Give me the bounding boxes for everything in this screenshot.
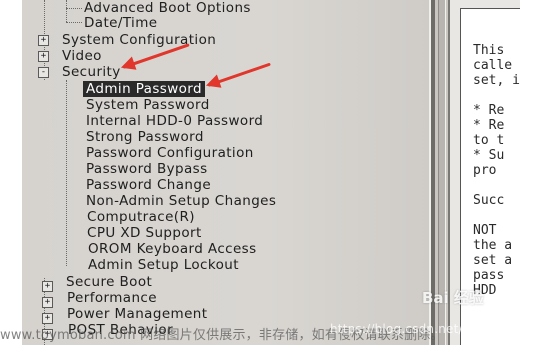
collapse-minus-icon[interactable]: - [38,67,49,78]
tree-item-advanced-boot-options[interactable]: Advanced Boot Options [84,0,251,16]
help-line: This [473,43,505,58]
help-line: pass [473,268,505,283]
help-line: to t [473,133,505,148]
tree-item-video[interactable]: Video [62,48,102,64]
tree-item-date-time[interactable]: Date/Time [84,15,157,31]
help-line: * Su [473,148,505,163]
help-line: NOT [473,223,497,238]
help-line: the a [473,238,513,253]
tree-item-system-configuration[interactable]: System Configuration [62,32,216,48]
help-line: set a [473,253,513,268]
help-line: calle [473,58,513,73]
help-line: pro [473,163,497,178]
tree-item-password-bypass[interactable]: Password Bypass [86,161,208,177]
tree-item-admin-setup-lockout[interactable]: Admin Setup Lockout [88,257,239,273]
tree-item-admin-password[interactable]: Admin Password [83,81,205,97]
selected-item-label: Admin Password [83,81,205,97]
tree-guide-line [66,8,82,9]
watermark-url: https://blog.csdn.net/qq_40807977 [330,322,537,336]
expand-plus-icon[interactable]: + [38,51,49,62]
tree-guide-line [66,22,82,23]
tree-guide-line [66,80,67,266]
source-watermark: www.toymoban.com 网络图片仅供展示，非存储，如有侵权请联系删除。… [0,322,537,343]
expand-plus-icon[interactable]: + [42,281,53,292]
tree-item-system-password[interactable]: System Password [86,97,210,113]
tree-item-password-change[interactable]: Password Change [86,177,211,193]
tree-guide-line [66,0,67,22]
red-arrow-icon [207,62,271,87]
tree-item-password-configuration[interactable]: Password Configuration [86,145,254,161]
tree-item-computrace[interactable]: Computrace(R) [87,209,195,225]
tree-item-orom-keyboard-access[interactable]: OROM Keyboard Access [88,241,257,257]
bios-screen-photo: Advanced Boot Options Date/Time + System… [22,0,520,345]
expand-plus-icon[interactable]: + [42,313,53,324]
tree-item-internal-hdd-password[interactable]: Internal HDD-0 Password [86,113,263,129]
tree-item-security[interactable]: Security [62,64,121,80]
help-line: * Re [473,103,505,118]
tree-item-cpu-xd-support[interactable]: CPU XD Support [87,225,202,241]
settings-tree-panel: Advanced Boot Options Date/Time + System… [22,0,429,345]
help-line: set, i [473,73,520,88]
tree-item-performance[interactable]: Performance [67,290,157,306]
tree-item-power-management[interactable]: Power Management [67,306,207,322]
tree-item-non-admin-setup-changes[interactable]: Non-Admin Setup Changes [86,193,276,209]
tree-item-strong-password[interactable]: Strong Password [86,129,204,145]
help-line: Succ [473,193,505,208]
expand-plus-icon[interactable]: + [42,297,53,308]
help-line: * Re [473,118,505,133]
baidu-watermark-logo: Bai 经验 [422,289,484,307]
tree-item-secure-boot[interactable]: Secure Boot [66,274,152,290]
expand-plus-icon[interactable]: + [38,35,49,46]
